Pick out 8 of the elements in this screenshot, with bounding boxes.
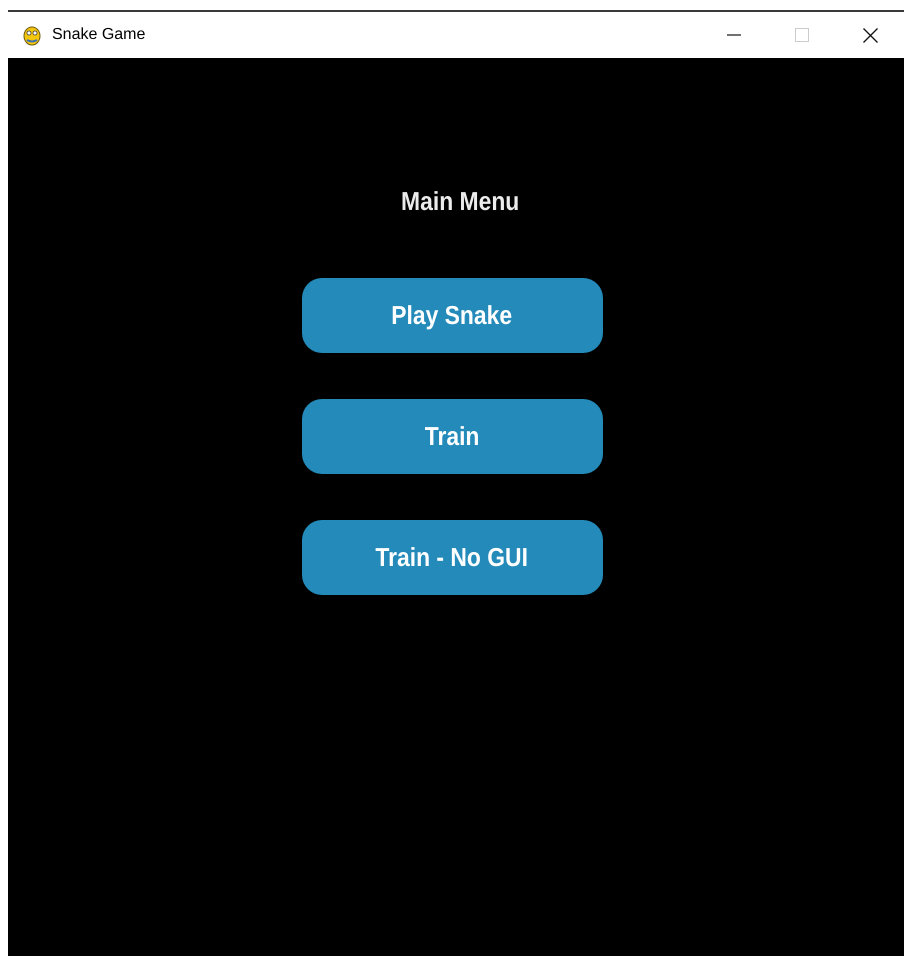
menu-button[interactable]: Play Snake: [302, 278, 602, 353]
window-title: Snake Game: [52, 25, 146, 45]
close-icon: [862, 28, 878, 42]
maximize-icon: [795, 28, 809, 42]
menu-button[interactable]: Train - No GUI: [302, 520, 602, 595]
menu-button[interactable]: Train: [302, 399, 602, 474]
menu-heading: Main Menu: [400, 185, 520, 218]
minimize-icon: [727, 34, 741, 36]
